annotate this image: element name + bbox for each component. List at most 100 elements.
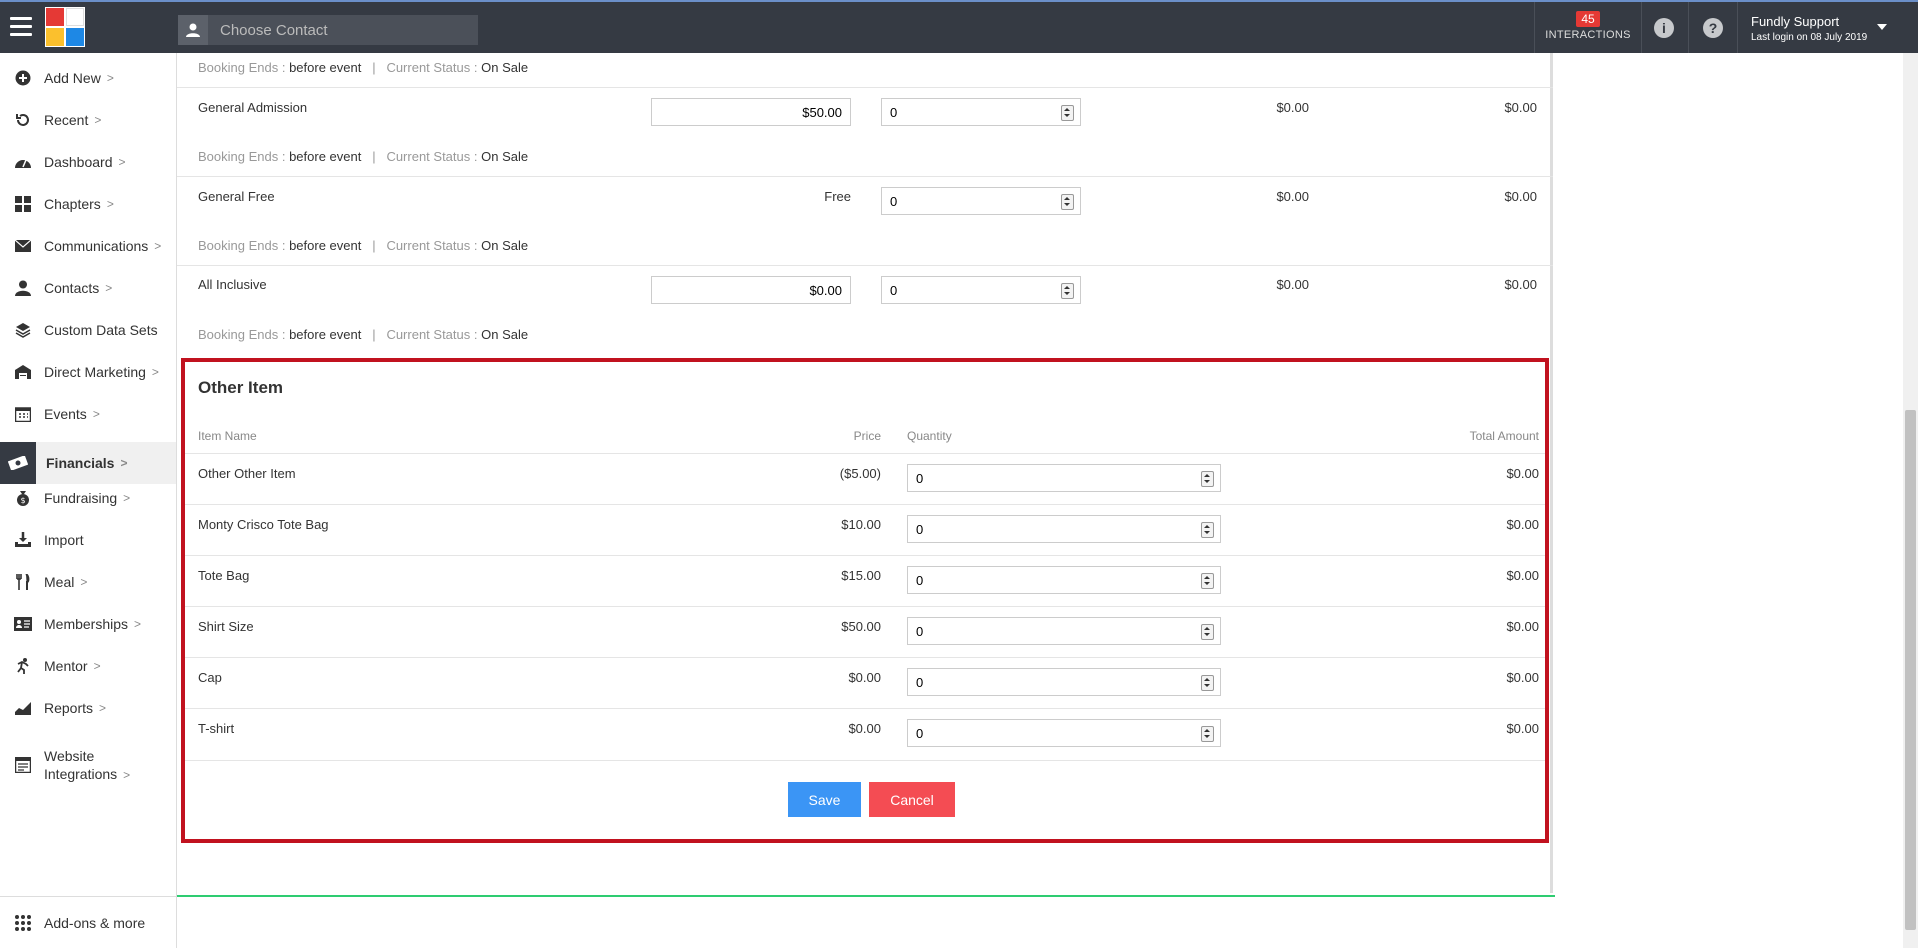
chevron-right-icon: > xyxy=(92,407,100,421)
app-logo[interactable] xyxy=(45,7,85,47)
quantity-input[interactable] xyxy=(882,99,1042,125)
item-quantity-stepper[interactable] xyxy=(907,719,1221,747)
quantity-input[interactable] xyxy=(908,618,1068,644)
item-name: Cap xyxy=(198,670,222,685)
item-quantity-stepper[interactable] xyxy=(907,617,1221,645)
sidebar-item-label: Website xyxy=(44,747,95,764)
sidebar-item-financials[interactable]: Financials > xyxy=(0,442,176,484)
sidebar: Add New > Recent > Dashboard > Chapters > Co… xyxy=(0,53,177,948)
item-quantity-stepper[interactable] xyxy=(907,566,1221,594)
item-name: Tote Bag xyxy=(198,568,250,583)
sidebar-item-import[interactable]: Import xyxy=(0,529,176,551)
sidebar-item-mentor[interactable]: Mentor > xyxy=(0,655,176,677)
warehouse-icon xyxy=(13,362,33,382)
choose-contact-box[interactable] xyxy=(178,15,478,45)
sidebar-item-label: Add New xyxy=(44,70,101,86)
ticket-total: $0.00 xyxy=(1504,189,1537,204)
menu-icon[interactable] xyxy=(10,17,32,37)
item-quantity-stepper[interactable] xyxy=(907,464,1221,492)
info-button[interactable]: i xyxy=(1640,2,1689,53)
quantity-input[interactable] xyxy=(908,720,1068,746)
item-price: $10.00 xyxy=(841,517,881,532)
sidebar-item-label: Communications xyxy=(44,238,149,254)
quantity-input[interactable] xyxy=(882,277,1042,303)
scrollbar-thumb[interactable] xyxy=(1905,410,1916,930)
footer-divider xyxy=(177,895,1555,897)
item-name: Shirt Size xyxy=(198,619,254,634)
sidebar-item-label: Reports xyxy=(44,700,94,716)
chevron-right-icon: > xyxy=(94,113,102,127)
spinner-icon[interactable] xyxy=(1201,573,1214,589)
sidebar-item-events[interactable]: Events > xyxy=(0,403,176,425)
item-price: $50.00 xyxy=(841,619,881,634)
sidebar-item-communications[interactable]: Communications > xyxy=(0,235,176,257)
quantity-input[interactable] xyxy=(908,669,1068,695)
calendar-icon xyxy=(13,404,33,424)
chevron-right-icon: > xyxy=(123,491,131,505)
interactions-button[interactable]: 45 INTERACTIONS xyxy=(1534,2,1642,53)
help-button[interactable]: ? xyxy=(1689,2,1738,53)
sidebar-item-contacts[interactable]: Contacts > xyxy=(0,277,176,299)
ticket-total: $0.00 xyxy=(1504,100,1537,115)
last-login: Last login on 08 July 2019 xyxy=(1751,32,1868,43)
ticket-price-input[interactable] xyxy=(651,276,851,304)
sidebar-item-label: Memberships xyxy=(44,616,129,632)
sidebar-item-label: Financials xyxy=(46,455,115,471)
sidebar-item-dashboard[interactable]: Dashboard > xyxy=(0,151,176,173)
item-total: $0.00 xyxy=(1506,517,1539,532)
sidebar-item-custom-data-sets[interactable]: Custom Data Sets xyxy=(0,319,176,341)
ticket-name: All Inclusive xyxy=(198,277,267,292)
spinner-icon[interactable] xyxy=(1061,283,1074,299)
chevron-right-icon: > xyxy=(99,701,107,715)
item-quantity-stepper[interactable] xyxy=(907,668,1221,696)
caret-down-icon[interactable] xyxy=(1877,24,1887,30)
sidebar-item-fundraising[interactable]: $ Fundraising > xyxy=(0,487,176,509)
column-header-price: Price xyxy=(853,429,881,443)
chevron-right-icon: > xyxy=(154,239,162,253)
sidebar-item-recent[interactable]: Recent > xyxy=(0,109,176,131)
user-menu[interactable]: Fundly Support Last login on 08 July 201… xyxy=(1751,14,1867,43)
sidebar-item-add-new[interactable]: Add New > xyxy=(0,67,176,89)
addons-label: Add-ons & more xyxy=(44,915,146,931)
spinner-icon[interactable] xyxy=(1201,624,1214,640)
ticket-quantity-stepper[interactable] xyxy=(881,187,1081,215)
spinner-icon[interactable] xyxy=(1061,194,1074,210)
table-row: Tote Bag $15.00 $0.00 xyxy=(185,555,1545,607)
sidebar-item-reports[interactable]: Reports > xyxy=(0,697,176,719)
ticket-amount: $0.00 xyxy=(1276,189,1309,204)
spinner-icon[interactable] xyxy=(1201,471,1214,487)
sidebar-item-label: Contacts xyxy=(44,280,100,296)
sidebar-item-website-integrations[interactable]: Website Integrations > xyxy=(0,745,176,785)
cancel-button[interactable]: Cancel xyxy=(869,782,955,817)
ticket-quantity-stepper[interactable] xyxy=(881,276,1081,304)
spinner-icon[interactable] xyxy=(1201,675,1214,691)
sidebar-item-label: Meal xyxy=(44,574,75,590)
ticket-price-input[interactable] xyxy=(651,98,851,126)
sidebar-item-direct-marketing[interactable]: Direct Marketing > xyxy=(0,361,176,383)
sidebar-item-memberships[interactable]: Memberships > xyxy=(0,613,176,635)
sidebar-item-chapters[interactable]: Chapters > xyxy=(0,193,176,215)
save-button[interactable]: Save xyxy=(788,782,861,817)
column-header-item-name: Item Name xyxy=(198,429,257,443)
sidebar-item-meal[interactable]: Meal > xyxy=(0,571,176,593)
quantity-input[interactable] xyxy=(908,516,1068,542)
item-name: Other Other Item xyxy=(198,466,296,481)
ticket-amount: $0.00 xyxy=(1276,277,1309,292)
item-quantity-stepper[interactable] xyxy=(907,515,1221,543)
ticket-name: General Admission xyxy=(198,100,308,115)
quantity-input[interactable] xyxy=(908,567,1068,593)
item-name: Monty Crisco Tote Bag xyxy=(198,517,329,532)
spinner-icon[interactable] xyxy=(1201,522,1214,538)
chevron-right-icon: > xyxy=(134,617,142,631)
spinner-icon[interactable] xyxy=(1061,105,1074,121)
choose-contact-input[interactable] xyxy=(208,20,472,40)
addons-button[interactable]: Add-ons & more xyxy=(0,896,176,949)
ticket-total: $0.00 xyxy=(1504,277,1537,292)
chevron-right-icon: > xyxy=(120,456,128,470)
item-total: $0.00 xyxy=(1506,721,1539,736)
ticket-quantity-stepper[interactable] xyxy=(881,98,1081,126)
quantity-input[interactable] xyxy=(908,465,1068,491)
item-price: $0.00 xyxy=(848,721,881,736)
spinner-icon[interactable] xyxy=(1201,726,1214,742)
quantity-input[interactable] xyxy=(882,188,1042,214)
